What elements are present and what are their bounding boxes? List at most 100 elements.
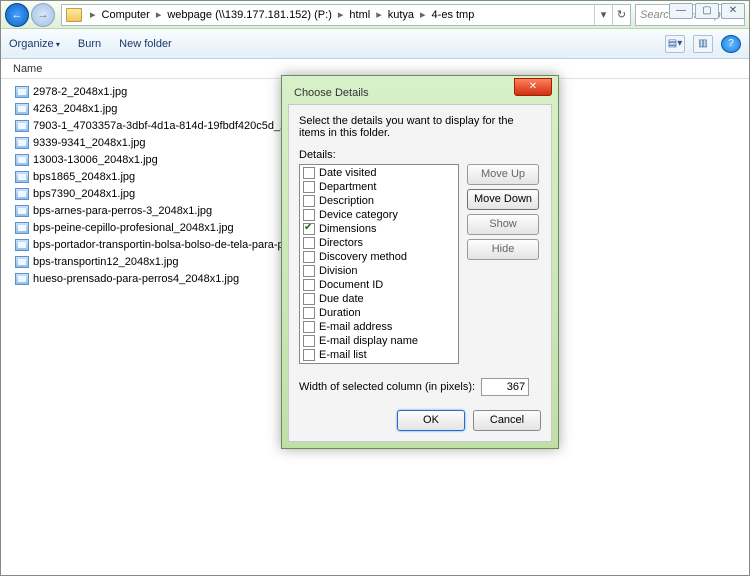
checkbox[interactable] <box>303 293 315 305</box>
image-file-icon <box>15 273 29 285</box>
minimize-button[interactable]: — <box>669 3 693 19</box>
detail-item[interactable]: Document ID <box>301 278 457 292</box>
chevron-right-icon[interactable]: ▸ <box>416 8 430 21</box>
checkbox[interactable] <box>303 363 315 364</box>
detail-label: Department <box>319 181 376 193</box>
chevron-right-icon[interactable]: ▸ <box>86 8 100 21</box>
detail-item[interactable]: E-mail display name <box>301 334 457 348</box>
checkbox[interactable] <box>303 251 315 263</box>
detail-item[interactable]: Directors <box>301 236 457 250</box>
breadcrumb-seg[interactable]: html <box>347 9 372 21</box>
detail-item[interactable]: Dimensions <box>301 222 457 236</box>
move-down-button[interactable]: Move Down <box>467 189 539 210</box>
chevron-right-icon[interactable]: ▸ <box>334 8 348 21</box>
detail-label: Due date <box>319 293 364 305</box>
file-name: 9339-9341_2048x1.jpg <box>33 137 146 149</box>
maximize-button[interactable]: ▢ <box>695 3 719 19</box>
refresh-button[interactable]: ↻ <box>612 5 630 25</box>
close-window-button[interactable]: ✕ <box>721 3 745 19</box>
checkbox[interactable] <box>303 335 315 347</box>
detail-label: Date visited <box>319 167 376 179</box>
forward-button[interactable]: → <box>31 3 55 27</box>
image-file-icon <box>15 171 29 183</box>
checkbox[interactable] <box>303 167 315 179</box>
detail-label: Document ID <box>319 279 383 291</box>
breadcrumb[interactable]: ▸ Computer ▸ webpage (\\139.177.181.152)… <box>61 4 631 26</box>
checkbox[interactable] <box>303 349 315 361</box>
ok-button[interactable]: OK <box>397 410 465 431</box>
file-name: 2978-2_2048x1.jpg <box>33 86 127 98</box>
detail-item[interactable]: Division <box>301 264 457 278</box>
dialog-instruction: Select the details you want to display f… <box>299 115 541 139</box>
breadcrumb-seg[interactable]: 4-es tmp <box>430 9 477 21</box>
detail-item[interactable]: Department <box>301 180 457 194</box>
detail-label: Duration <box>319 307 361 319</box>
checkbox[interactable] <box>303 181 315 193</box>
column-name[interactable]: Name <box>13 63 42 75</box>
image-file-icon <box>15 222 29 234</box>
detail-label: E-mail address <box>319 321 392 333</box>
detail-item[interactable]: E-mail address <box>301 320 457 334</box>
image-file-icon <box>15 137 29 149</box>
checkbox[interactable] <box>303 265 315 277</box>
detail-label: Dimensions <box>319 223 376 235</box>
width-input[interactable] <box>481 378 529 396</box>
detail-label: Discovery method <box>319 251 407 263</box>
details-label: Details: <box>299 149 541 161</box>
detail-item[interactable]: E-mail2 <box>301 362 457 364</box>
window-controls: — ▢ ✕ <box>669 3 745 19</box>
breadcrumb-seg[interactable]: Computer <box>100 9 152 21</box>
image-file-icon <box>15 154 29 166</box>
image-file-icon <box>15 205 29 217</box>
detail-item[interactable]: Device category <box>301 208 457 222</box>
image-file-icon <box>15 86 29 98</box>
checkbox[interactable] <box>303 237 315 249</box>
chevron-right-icon[interactable]: ▸ <box>152 8 166 21</box>
dialog-close-button[interactable]: ✕ <box>514 78 552 96</box>
hide-button[interactable]: Hide <box>467 239 539 260</box>
help-button[interactable]: ? <box>721 35 741 53</box>
file-name: 7903-1_4703357a-3dbf-4d1a-814d-19fbdf420… <box>33 120 322 132</box>
detail-label: Description <box>319 195 374 207</box>
move-up-button[interactable]: Move Up <box>467 164 539 185</box>
detail-item[interactable]: E-mail list <box>301 348 457 362</box>
detail-item[interactable]: Due date <box>301 292 457 306</box>
file-name: bps1865_2048x1.jpg <box>33 171 135 183</box>
details-listbox[interactable]: Date visited Department DescriptionDevice … <box>299 164 459 364</box>
checkbox[interactable] <box>303 195 315 207</box>
preview-pane-button[interactable]: ▥ <box>693 35 713 53</box>
file-name: bps7390_2048x1.jpg <box>33 188 135 200</box>
detail-label: Directors <box>319 237 363 249</box>
checkbox[interactable] <box>303 279 315 291</box>
file-name: bps-peine-cepillo-profesional_2048x1.jpg <box>33 222 234 234</box>
detail-item[interactable]: Description <box>301 194 457 208</box>
checkbox[interactable] <box>303 223 315 235</box>
file-name: 4263_2048x1.jpg <box>33 103 117 115</box>
view-options-button[interactable]: ▤▾ <box>665 35 685 53</box>
burn-button[interactable]: Burn <box>78 38 101 50</box>
checkbox[interactable] <box>303 321 315 333</box>
toolbar: Organize Burn New folder ▤▾ ▥ ? <box>1 29 749 59</box>
choose-details-dialog: Choose Details ✕ Select the details you … <box>281 75 559 449</box>
breadcrumb-seg[interactable]: kutya <box>386 9 416 21</box>
breadcrumb-dropdown[interactable]: ▾ <box>594 5 612 25</box>
breadcrumb-seg[interactable]: webpage (\\139.177.181.152) (P:) <box>165 9 334 21</box>
show-button[interactable]: Show <box>467 214 539 235</box>
cancel-button[interactable]: Cancel <box>473 410 541 431</box>
image-file-icon <box>15 120 29 132</box>
detail-item[interactable]: Date visited <box>301 166 457 180</box>
image-file-icon <box>15 188 29 200</box>
detail-item[interactable]: Discovery method <box>301 250 457 264</box>
back-button[interactable]: ← <box>5 3 29 27</box>
organize-menu[interactable]: Organize <box>9 38 60 50</box>
chevron-right-icon[interactable]: ▸ <box>372 8 386 21</box>
checkbox[interactable] <box>303 209 315 221</box>
detail-item[interactable]: Duration <box>301 306 457 320</box>
image-file-icon <box>15 256 29 268</box>
checkbox[interactable] <box>303 307 315 319</box>
new-folder-button[interactable]: New folder <box>119 38 172 50</box>
dialog-title-bar[interactable]: Choose Details ✕ <box>288 82 552 104</box>
image-file-icon <box>15 103 29 115</box>
file-name: 13003-13006_2048x1.jpg <box>33 154 158 166</box>
detail-label: E-mail list <box>319 349 367 361</box>
